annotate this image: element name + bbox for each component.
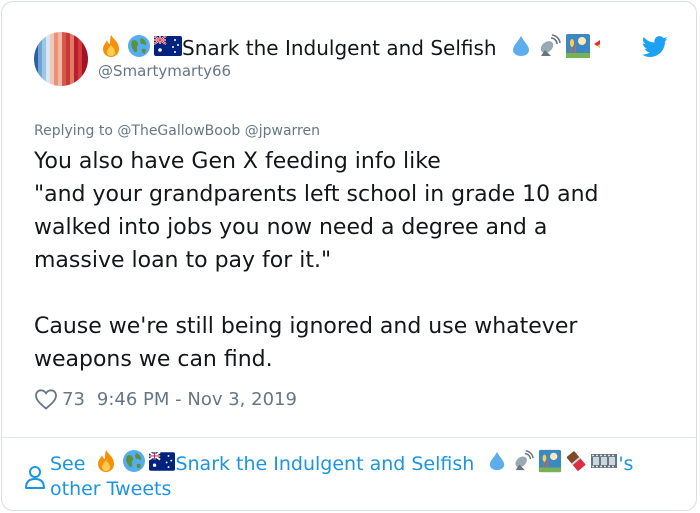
globe-icon — [121, 448, 147, 479]
twitter-bird-icon[interactable] — [642, 36, 668, 62]
heart-icon[interactable] — [34, 388, 58, 410]
see-label: See — [50, 452, 86, 475]
replying-to: Replying to @TheGallowBoob @jpwarren — [34, 123, 320, 139]
tweet-text-line: massive loan to pay for it." — [34, 248, 332, 273]
footer-line-1: See Snark the Indulgent and Selfish 's — [50, 448, 633, 479]
possessive-suffix: 's — [618, 452, 634, 475]
chocolate-bar-icon — [564, 449, 588, 478]
replying-to-label: Replying to — [34, 123, 113, 139]
author-handle[interactable]: @Smartymarty66 — [98, 62, 231, 80]
display-name: Snark the Indulgent and Selfish — [182, 36, 497, 60]
divider — [2, 437, 696, 438]
avatar[interactable] — [34, 32, 88, 86]
tweet-text-line: Cause we're still being ignored and use … — [34, 314, 578, 339]
rice-scene-icon — [538, 449, 562, 478]
droplet-icon — [488, 450, 506, 477]
tweet-text-line: You also have Gen X feeding info like — [34, 149, 441, 174]
warming-stripes-avatar — [34, 32, 88, 86]
tweet-text: You also have Gen X feeding info like "a… — [34, 145, 674, 376]
fire-icon — [93, 448, 119, 479]
tweet-header: Snark the Indulgent and Selfish @Smartym… — [34, 32, 696, 92]
tweet-meta: 73 9:46 PM - Nov 3, 2019 — [34, 386, 297, 412]
tweet-text-line: "and your grandparents left school in gr… — [34, 182, 599, 207]
footer-line-2: other Tweets — [50, 478, 171, 500]
timestamp[interactable]: 9:46 PM - Nov 3, 2019 — [97, 389, 297, 410]
display-name-row[interactable]: Snark the Indulgent and Selfish — [98, 34, 601, 62]
rice-scene-icon — [565, 33, 591, 63]
tweet-card: Snark the Indulgent and Selfish @Smartym… — [1, 1, 697, 511]
tweet-text-line: weapons we can find. — [34, 347, 273, 372]
satellite-antenna-icon — [537, 34, 561, 62]
fire-icon — [98, 33, 124, 63]
australia-flag-icon — [148, 450, 176, 476]
droplet-icon — [511, 34, 531, 62]
footer-author-name: Snark the Indulgent and Selfish — [175, 452, 475, 475]
film-frames-icon — [590, 451, 618, 476]
tweet-text-line: walked into jobs you now need a degree a… — [34, 215, 548, 240]
other-tweets-label: other Tweets — [50, 478, 172, 500]
see-other-tweets-link[interactable]: See Snark the Indulgent and Selfish 's o… — [24, 446, 684, 506]
satellite-antenna-icon — [512, 450, 535, 477]
globe-icon — [126, 33, 152, 63]
like-count[interactable]: 73 — [62, 389, 85, 410]
australia-flag-icon — [153, 35, 182, 60]
reply-mentions-link[interactable]: @TheGallowBoob @jpwarren — [117, 123, 320, 139]
person-icon — [24, 464, 46, 494]
flag-fragment-icon — [593, 36, 601, 60]
